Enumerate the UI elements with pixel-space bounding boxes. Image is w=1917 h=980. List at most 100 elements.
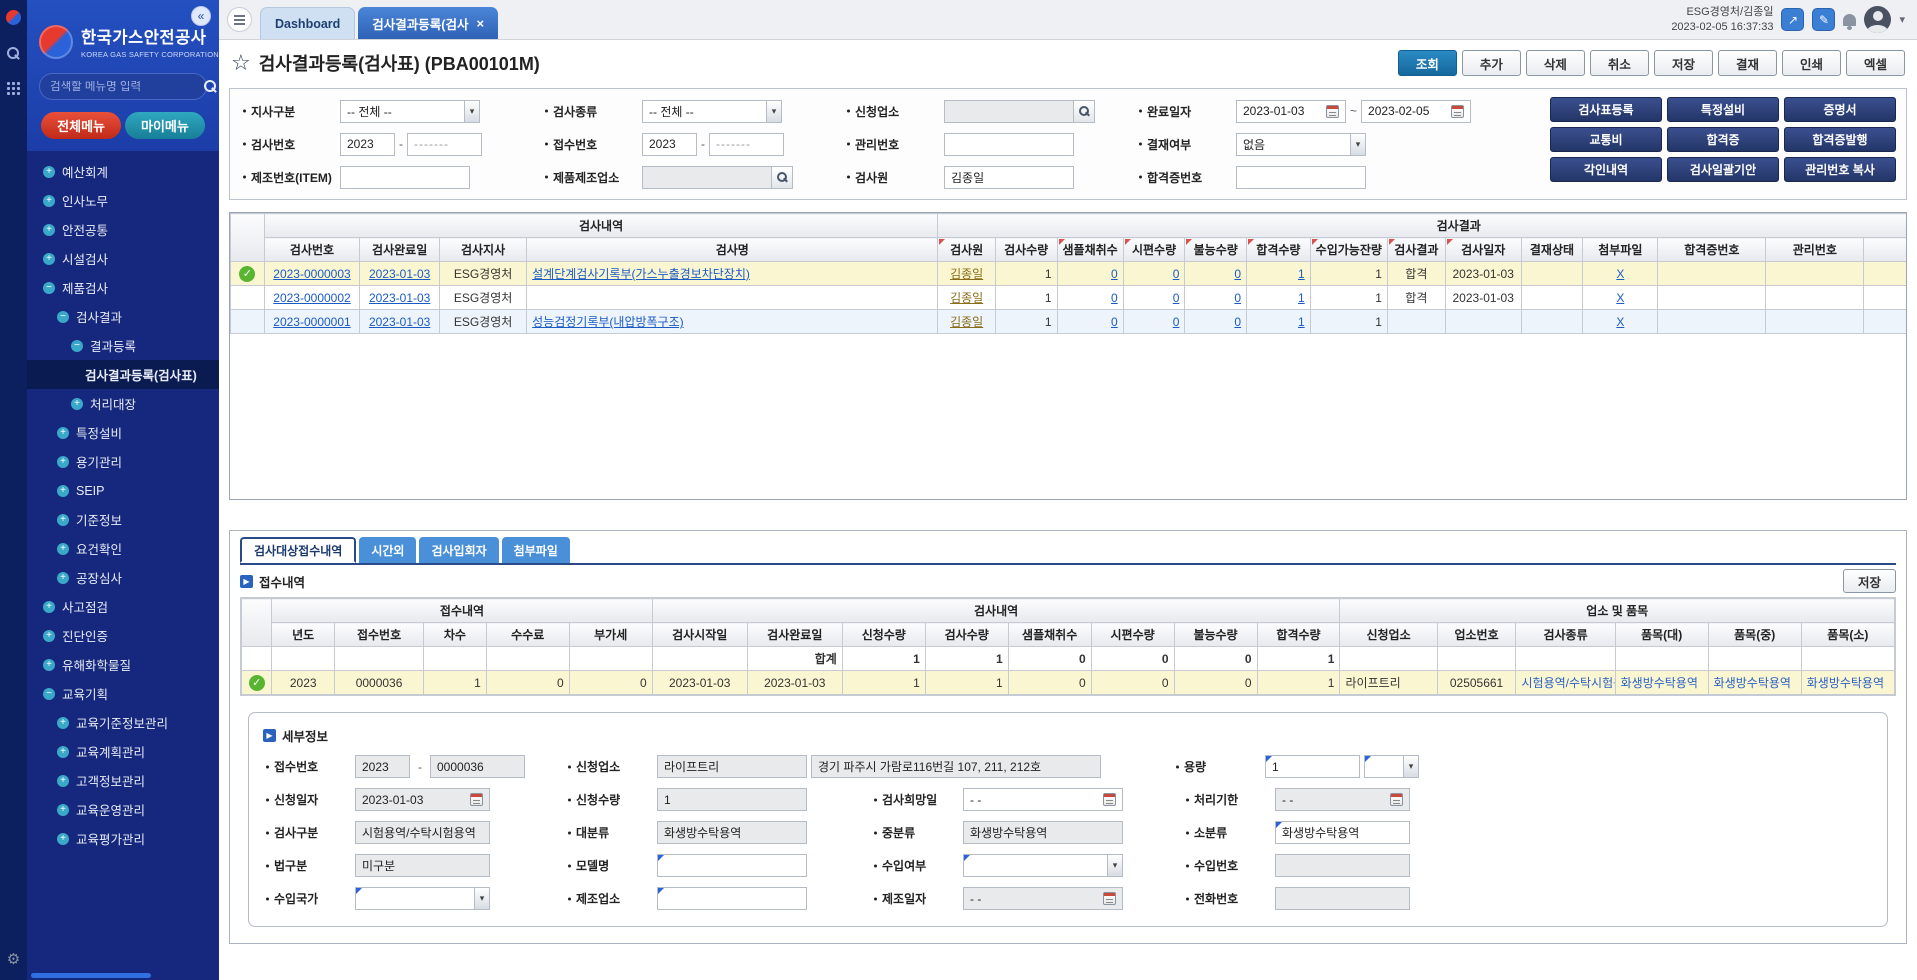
collapse-minus-icon[interactable]: − [43, 282, 55, 294]
sidebar-item[interactable]: +처리대장 [27, 389, 219, 418]
cell-link-sample[interactable]: 0 [1111, 315, 1118, 329]
tab-inspection-attendee[interactable]: 검사입회자 [419, 537, 498, 563]
input-receipt-no[interactable]: 0000036 [430, 755, 525, 778]
expand-plus-icon[interactable]: + [57, 543, 69, 555]
col-header-biz_no[interactable]: 업소번호 [1437, 623, 1516, 647]
calendar-icon[interactable] [1390, 793, 1403, 806]
col-header-apply_qty[interactable]: 신청수량 [842, 623, 925, 647]
certificate-button[interactable]: 증명서 [1784, 97, 1896, 122]
expand-plus-icon[interactable]: + [57, 456, 69, 468]
expand-plus-icon[interactable]: + [57, 427, 69, 439]
complete-date-to[interactable]: 2023-02-05 [1361, 100, 1471, 123]
col-header-branch[interactable]: 검사지사 [439, 238, 526, 262]
receipt-no-year-input[interactable] [642, 133, 697, 156]
sidebar-item[interactable]: +예산회계 [27, 157, 219, 186]
expand-plus-icon[interactable]: + [43, 224, 55, 236]
tab-dashboard[interactable]: Dashboard [260, 7, 355, 39]
sidebar-item[interactable]: +교육기준정보관리 [27, 708, 219, 737]
cell-link-insp_no[interactable]: 2023-0000003 [273, 267, 350, 281]
save-button[interactable]: 저장 [1654, 50, 1713, 76]
cell-link-fail[interactable]: 0 [1234, 291, 1241, 305]
input-model-name[interactable] [657, 854, 807, 877]
expand-plus-icon[interactable]: + [71, 398, 83, 410]
col-header-insp_no[interactable]: 검사번호 [264, 238, 360, 262]
cell-link-insp_no[interactable]: 2023-0000002 [273, 291, 350, 305]
menu-toggle-button[interactable] [227, 7, 252, 32]
col-header-attach[interactable]: 첨부파일 [1583, 238, 1658, 262]
my-menu-button[interactable]: 마이메뉴 [125, 112, 205, 139]
print-button[interactable]: 인쇄 [1782, 50, 1841, 76]
cell-link-sample[interactable]: 0 [1111, 291, 1118, 305]
expand-plus-icon[interactable]: + [43, 601, 55, 613]
input-apply-qty[interactable]: 1 [657, 788, 807, 811]
cell-link-attach[interactable]: X [1616, 291, 1624, 305]
inspection-sheet-register-button[interactable]: 검사표등록 [1550, 97, 1662, 122]
complete-date-from[interactable]: 2023-01-03 [1236, 100, 1346, 123]
row-select-cell[interactable]: ✓ [231, 262, 265, 286]
sidebar-item[interactable]: +시설검사 [27, 244, 219, 273]
applicant-search-button[interactable] [1074, 100, 1095, 123]
notification-bell-icon[interactable] [1843, 14, 1856, 26]
col-header-inspector[interactable]: 검사원 [938, 238, 995, 262]
col-header-insp_type[interactable]: 검사종류 [1516, 623, 1615, 647]
col-header-mgmt_no[interactable]: 관리번호 [1766, 238, 1864, 262]
inspection-no-seq-input[interactable] [407, 133, 482, 156]
sidebar-item[interactable]: +SEIP [27, 476, 219, 505]
sidebar-item[interactable]: +유해화학물질 [27, 650, 219, 679]
expand-plus-icon[interactable]: + [57, 775, 69, 787]
cell-link-pass[interactable]: 1 [1298, 291, 1305, 305]
all-menu-button[interactable]: 전체메뉴 [41, 112, 121, 139]
receipt-no-seq-input[interactable] [709, 133, 784, 156]
expand-plus-icon[interactable]: + [57, 572, 69, 584]
calendar-icon[interactable] [470, 793, 483, 806]
sidebar-item[interactable]: +교육운영관리 [27, 795, 219, 824]
input-applicant-business[interactable]: 라이프트리 [657, 755, 807, 778]
input-category-medium[interactable]: 화생방수탁용역 [963, 821, 1123, 844]
collapse-minus-icon[interactable]: − [71, 340, 83, 352]
table-row[interactable]: 2023-00000012023-01-03ESG경영처성능검정기록부(내압방폭… [231, 310, 1908, 334]
sidebar-item[interactable]: +요건확인 [27, 534, 219, 563]
calendar-icon[interactable] [1103, 892, 1116, 905]
tab-receipt-detail[interactable]: 검사대상접수내역 [240, 537, 356, 563]
input-category-small[interactable]: 화생방수탁용역 [1275, 821, 1410, 844]
special-equipment-button[interactable]: 특정설비 [1667, 97, 1779, 122]
sidebar-item[interactable]: +특정설비 [27, 418, 219, 447]
col-header-item_l[interactable]: 품목(대) [1615, 623, 1708, 647]
sidebar-item[interactable]: +공장심사 [27, 563, 219, 592]
input-import-no[interactable] [1275, 854, 1410, 877]
col-header-vat[interactable]: 부가세 [569, 623, 652, 647]
calendar-icon[interactable] [1451, 105, 1464, 118]
favorite-star-icon[interactable]: ☆ [231, 50, 251, 76]
select-import-flag[interactable]: ▾ [963, 854, 1123, 877]
user-avatar[interactable] [1864, 6, 1891, 33]
col-header-fail[interactable]: 불능수량 [1185, 238, 1247, 262]
col-header-qty[interactable]: 검사수량 [995, 238, 1057, 262]
sidebar-item[interactable]: +고객정보관리 [27, 766, 219, 795]
input-capacity[interactable]: 1 [1265, 755, 1360, 778]
cell-link-attach[interactable]: X [1616, 267, 1624, 281]
sidebar-item[interactable]: +교육평가관리 [27, 824, 219, 853]
expand-plus-icon[interactable]: + [43, 630, 55, 642]
tab-overtime[interactable]: 시간외 [359, 537, 416, 563]
copy-mgmt-no-button[interactable]: 관리번호 복사 [1784, 157, 1896, 182]
sidebar-item[interactable]: +교육계획관리 [27, 737, 219, 766]
product-maker-input[interactable] [642, 166, 772, 189]
close-icon[interactable]: × [476, 16, 484, 31]
expand-plus-icon[interactable]: + [57, 717, 69, 729]
sidebar-item[interactable]: +용기관리 [27, 447, 219, 476]
row-select-cell[interactable]: ✓ [242, 671, 272, 695]
cell-link-name[interactable]: 설계단계검사기록부(가스누출경보차단장치) [532, 267, 750, 281]
input-apply-date[interactable]: 2023-01-03 [355, 788, 490, 811]
col-header-approval[interactable]: 결재상태 [1521, 238, 1583, 262]
expand-plus-icon[interactable]: + [43, 166, 55, 178]
calendar-icon[interactable] [1103, 793, 1116, 806]
collapse-minus-icon[interactable]: − [57, 311, 69, 323]
receipt-row[interactable]: ✓202300000361002023-01-032023-01-0311000… [242, 671, 1895, 695]
sidebar-item[interactable]: 검사결과등록(검사표) [27, 360, 219, 389]
search-button[interactable]: 조회 [1398, 50, 1457, 76]
input-applicant-business[interactable]: 경기 파주시 가람로116번길 107, 211, 212호 [811, 755, 1101, 778]
col-header-order[interactable]: 차수 [424, 623, 487, 647]
cell-link-sample[interactable]: 0 [1111, 267, 1118, 281]
col-header-result[interactable]: 검사결과 [1387, 238, 1445, 262]
table-row[interactable]: 2023-00000022023-01-03ESG경영처김종일100011합격2… [231, 286, 1908, 310]
